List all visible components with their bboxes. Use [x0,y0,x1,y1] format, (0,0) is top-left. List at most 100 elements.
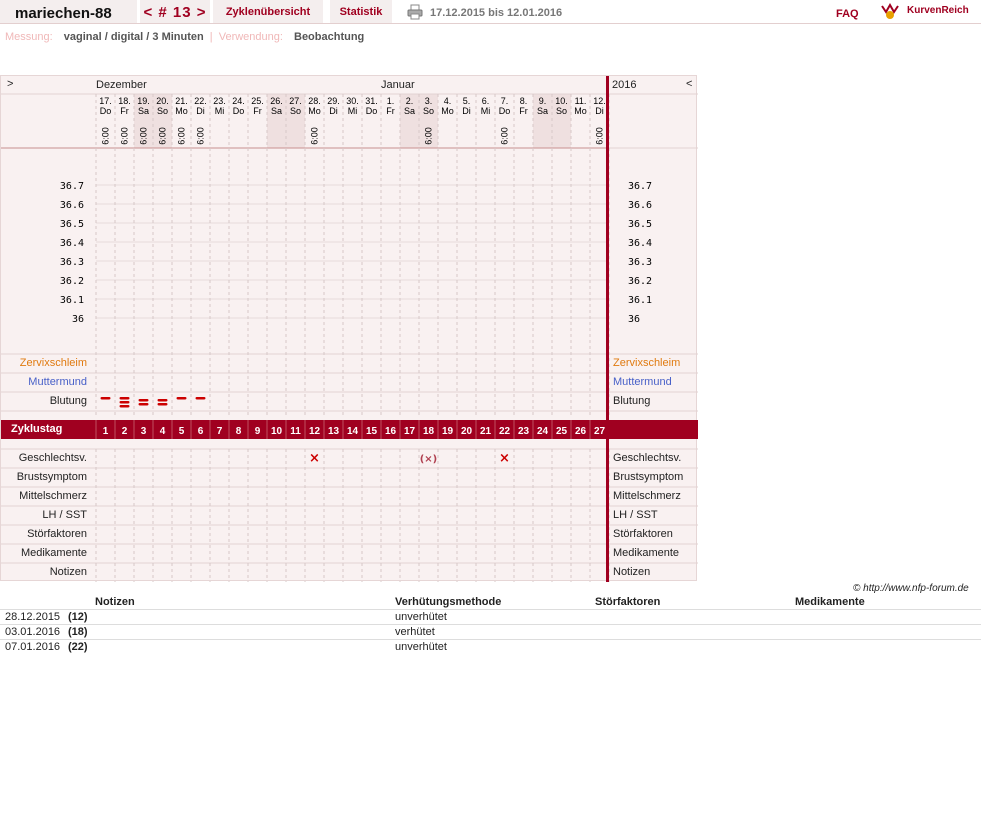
measure-time: 6:00 [139,127,149,145]
cycle-day-number: 15 [366,426,378,437]
divider [0,624,981,625]
day-date: 9. [539,96,547,106]
cycle-day-number: 21 [480,426,492,437]
weekday: Di [595,106,604,116]
row-label-medication: Medikamente [20,547,87,559]
row-label-cervix-right: Muttermund [613,376,672,388]
row-label-mittelschmerz-right: Mittelschmerz [613,490,681,502]
day-date: 26. [270,96,283,106]
weekday: So [157,106,168,116]
chart-nav-next[interactable]: > [7,78,13,90]
medication-header: Medikamente [795,596,865,608]
row-label-notes-right: Notizen [613,566,651,578]
cycle-day-number: 9 [255,426,261,437]
intercourse-mark: × [309,451,320,466]
row-label-lh-test: LH / SST [42,509,87,521]
notes-header: Notizen [95,596,135,608]
day-date: 17. [99,96,112,106]
tab-statistics[interactable]: Statistik [330,0,392,24]
cycle-day-number: 16 [385,426,397,437]
cycle-day-number: 26 [575,426,587,437]
cycle-day-label: Zyklustag [11,423,63,435]
cycle-navigation[interactable]: < # 13 > [140,0,210,24]
row-label-bleeding-right: Blutung [613,395,651,407]
tab-cycle-overview[interactable]: Zyklenübersicht [213,0,323,24]
cycle-day-number: 4 [160,426,166,437]
cycle-day-number: 10 [271,426,283,437]
logo-text[interactable]: KurvenReich [907,5,969,16]
day-date: 31. [365,96,378,106]
measurement-value: vaginal / digital / 3 Minuten [63,31,204,43]
row-label-disturbances-right: Störfaktoren [613,528,673,540]
table-row-day: (22) [68,641,88,653]
table-row-day: (18) [68,626,88,638]
row-label-mittelschmerz: Mittelschmerz [19,490,87,502]
day-date: 23. [213,96,226,106]
weekday: Sa [537,106,548,116]
bleeding-mark [157,399,168,402]
weekday: Do [499,106,511,116]
bleeding-mark [138,399,149,402]
faq-link[interactable]: FAQ [836,8,859,20]
bleeding-mark [176,397,187,400]
chart-nav-prev[interactable]: < [686,78,692,90]
weekday: Do [100,106,112,116]
cycle-day-number: 13 [328,426,340,437]
measure-time: 6:00 [120,127,130,145]
cycle-day-number: 11 [290,426,301,437]
day-date: 8. [520,96,528,106]
row-label-medication-right: Medikamente [613,547,680,559]
weekday: Mi [481,106,491,116]
disturbances-header: Störfaktoren [595,596,661,608]
cycle-day-number: 2 [122,426,128,437]
separator: | [209,31,213,43]
measure-time: 6:00 [500,127,510,145]
table-row-date: 28.12.2015 [5,611,61,623]
usage-value: Beobachtung [294,31,365,43]
header-divider [0,23,981,24]
month-december: Dezember [96,79,147,91]
temperature-tick-left: 36.1 [60,295,84,306]
cycle-day-number: 23 [518,426,530,437]
copyright[interactable]: © http://www.nfp-forum.de [853,583,969,594]
day-date: 3. [425,96,433,106]
cycle-day-number: 14 [347,426,359,437]
day-date: 28. [308,96,321,106]
date-range: 17.12.2015 bis 12.01.2016 [430,7,563,19]
day-date: 25. [251,96,264,106]
bleeding-mark [100,397,111,400]
row-label-breast: Brustsymptom [16,471,87,483]
bleeding-mark [119,397,130,400]
cycle-day-number: 25 [556,426,568,437]
table-row-date: 03.01.2016 [5,626,61,638]
weekday: Fr [519,106,528,116]
usage-label: Verwendung: [218,31,283,43]
username: mariechen-88 [0,0,137,24]
weekday: So [290,106,301,116]
chart-grid: 36.7 36.736.6 36.636.5 36.536.4 36.436.3 36.3… [1,76,698,582]
row-label-lh-test-right: LH / SST [613,509,658,521]
bleeding-mark [119,405,130,408]
printer-icon[interactable] [407,4,423,20]
temperature-tick-right: 36.1 [628,295,652,306]
day-date: 6. [482,96,490,106]
day-date: 1. [387,96,395,106]
measurement-info: Messung: vaginal / digital / 3 Minuten |… [5,31,364,43]
cycle-day-number: 24 [537,426,549,437]
table-row-method: unverhütet [395,611,447,623]
day-date: 22. [194,96,207,106]
method-header: Verhütungsmethode [395,596,502,608]
year-label: 2016 [612,79,637,91]
cycle-day-number: 22 [499,426,511,437]
row-label-breast-right: Brustsymptom [613,471,684,483]
temperature-tick-right: 36 [628,314,640,325]
weekday: Sa [138,106,149,116]
kurvenreich-logo-icon[interactable] [880,2,900,20]
cycle-day-number: 18 [423,426,435,437]
row-label-cervix: Muttermund [28,376,87,388]
row-label-notes: Notizen [49,566,87,578]
day-date: 4. [444,96,452,106]
measure-time: 6:00 [424,127,434,145]
cycle-day-number: 7 [217,426,223,437]
row-label-intercourse: Geschlechtsv. [18,452,87,464]
